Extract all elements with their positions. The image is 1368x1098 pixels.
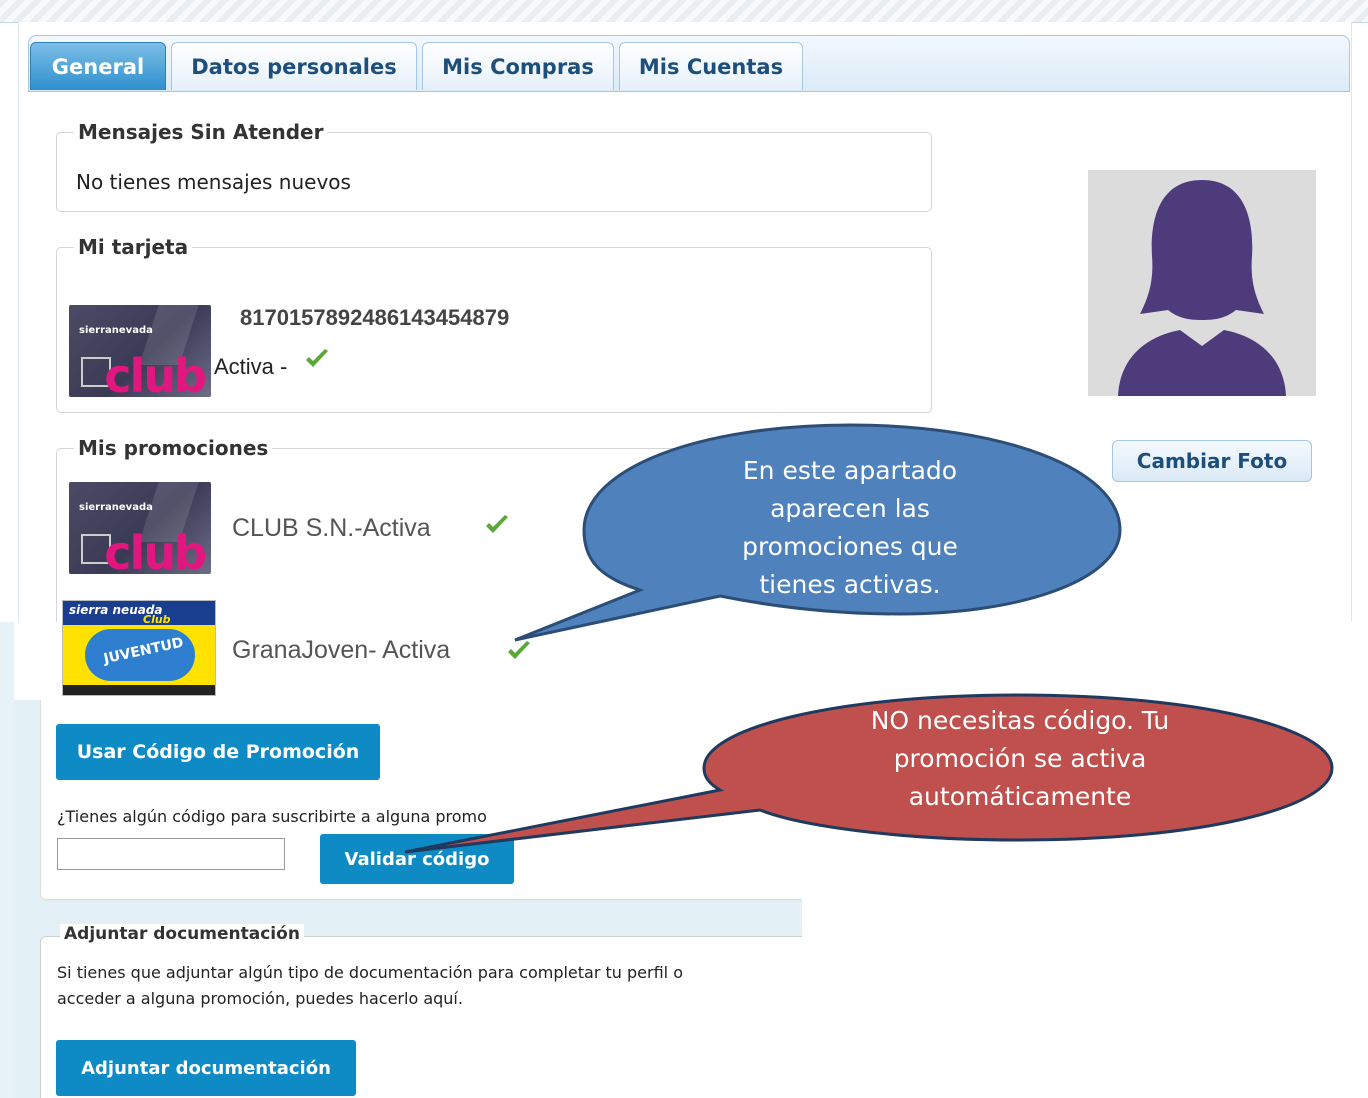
red-callout-line: NO necesitas código. Tu	[870, 706, 1170, 735]
blue-callout-line: promociones que	[742, 532, 958, 561]
blue-callout-line: aparecen las	[770, 494, 930, 523]
red-callout-line: automáticamente	[908, 782, 1132, 811]
blue-callout-text: En este apartado aparecen las promocione…	[690, 452, 1010, 604]
blue-callout-line: tienes activas.	[759, 570, 941, 599]
blue-callout-line: En este apartado	[742, 456, 958, 485]
callouts-layer	[404, 423, 1334, 854]
red-callout-line: promoción se activa	[893, 744, 1147, 773]
red-callout-text: NO necesitas código. Tu promoción se act…	[820, 702, 1220, 816]
